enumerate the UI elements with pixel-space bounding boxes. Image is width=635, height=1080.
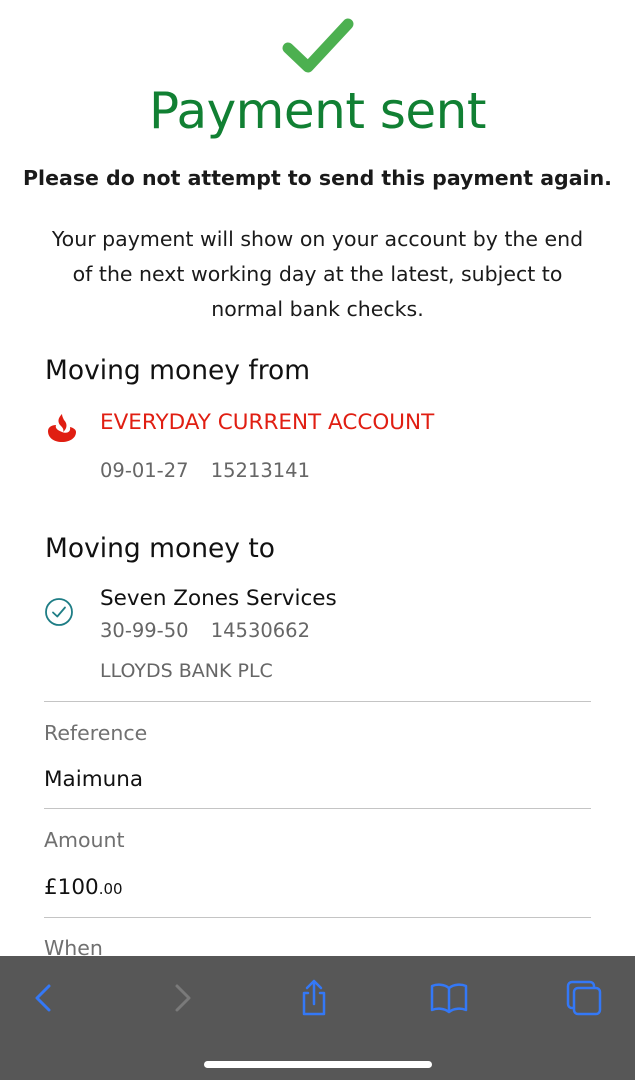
divider xyxy=(44,701,591,702)
home-indicator xyxy=(204,1061,432,1068)
tabs-icon[interactable] xyxy=(562,976,606,1020)
page-title: Payment sent xyxy=(149,82,486,140)
chevron-right-icon[interactable] xyxy=(160,976,204,1020)
chevron-left-icon[interactable] xyxy=(22,976,66,1020)
from-section-heading: Moving money from xyxy=(45,355,311,386)
book-icon[interactable] xyxy=(427,976,471,1020)
payment-confirmation-page: Payment sent Please do not attempt to se… xyxy=(0,0,635,1080)
amount-pence: .00 xyxy=(98,880,123,898)
amount-label: Amount xyxy=(44,828,125,852)
reference-value: Maimuna xyxy=(44,767,144,792)
payee-bank-name: LLOYDS BANK PLC xyxy=(100,660,273,682)
payee-account-numbers: 30-99-50 14530662 xyxy=(100,619,310,642)
share-icon[interactable] xyxy=(292,976,336,1020)
amount-pounds: £100 xyxy=(44,875,99,900)
browser-toolbar xyxy=(0,956,635,1080)
payee-sort-code: 30-99-50 xyxy=(100,619,189,642)
divider xyxy=(44,808,591,809)
from-account-name: EVERYDAY CURRENT ACCOUNT xyxy=(100,410,435,435)
from-account-number: 15213141 xyxy=(210,459,310,482)
from-account-numbers: 09-01-27 15213141 xyxy=(100,459,310,482)
info-message: Your payment will show on your account b… xyxy=(51,227,584,321)
payee-account-number: 14530662 xyxy=(210,619,310,642)
checkmark-icon xyxy=(282,18,354,73)
reference-label: Reference xyxy=(44,721,148,745)
to-section-heading: Moving money to xyxy=(45,533,275,564)
from-sort-code: 09-01-27 xyxy=(100,459,189,482)
santander-flame-icon xyxy=(48,414,76,442)
warning-message: Please do not attempt to send this payme… xyxy=(23,166,612,190)
amount-value: £100.00 xyxy=(44,875,123,900)
circle-check-icon xyxy=(45,598,73,626)
divider xyxy=(44,917,591,918)
payee-name: Seven Zones Services xyxy=(100,586,337,611)
